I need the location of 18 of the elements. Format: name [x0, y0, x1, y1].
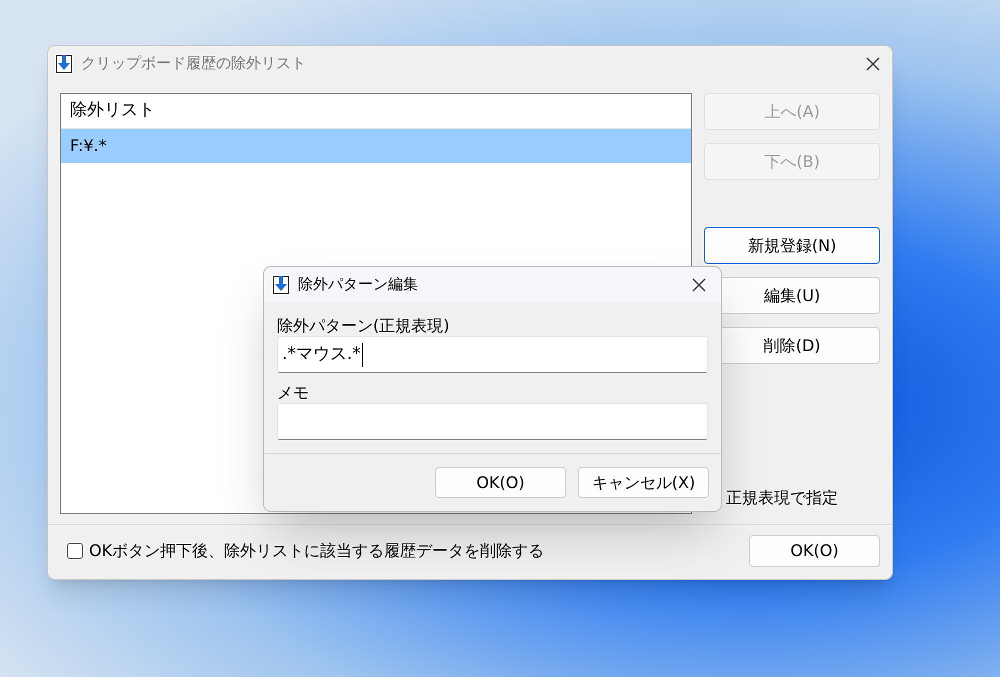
- input-field[interactable]: [277, 403, 708, 440]
- field-label: 除外パターン(正規表現): [277, 316, 450, 336]
- input-field[interactable]: .*マウス.*: [277, 336, 708, 373]
- checkbox-label: OKボタン押下後、除外リストに該当する履歴データを削除する: [89, 540, 544, 562]
- dialog-button[interactable]: OK(O): [435, 467, 566, 498]
- field-value: .*マウス.*: [282, 342, 361, 366]
- list-row[interactable]: F:¥.*: [61, 129, 692, 163]
- checkbox[interactable]: [67, 543, 83, 559]
- close-icon[interactable]: [866, 56, 880, 70]
- regex-option-label: 正規表現で指定: [726, 487, 840, 509]
- dialog-button[interactable]: キャンセル(X): [578, 467, 709, 498]
- field-label: メモ: [277, 383, 310, 403]
- text-cursor: [362, 342, 363, 366]
- dialog-title: 除外パターン編集: [298, 274, 418, 296]
- side-button[interactable]: 新規登録(N): [704, 227, 880, 264]
- close-icon[interactable]: [692, 278, 706, 292]
- window-title: クリップボード履歴の除外リスト: [81, 53, 306, 74]
- ok-button[interactable]: OK(O): [749, 535, 880, 567]
